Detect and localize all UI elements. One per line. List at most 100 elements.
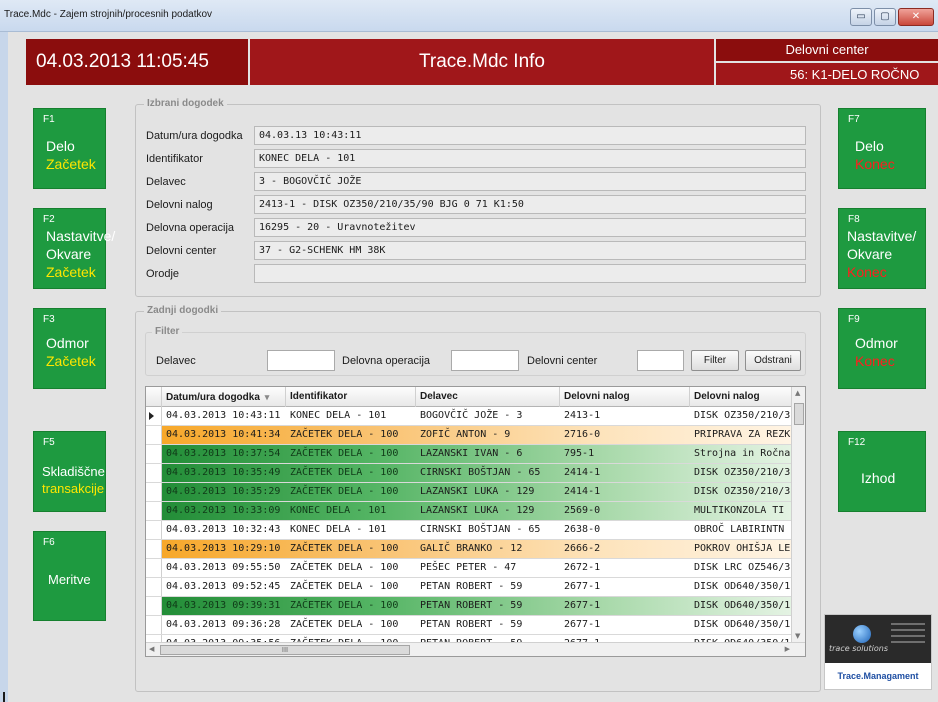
filter-worker-input[interactable]	[267, 350, 335, 371]
f1-work-start-button[interactable]: F1 Delo Začetek	[33, 108, 106, 189]
border-mark	[3, 692, 5, 702]
maximize-button[interactable]: ▢	[874, 8, 896, 26]
key-label: F12	[848, 437, 866, 448]
row-header[interactable]	[146, 559, 162, 577]
row-header[interactable]	[146, 464, 162, 482]
cell-identifier: ZAČETEK DELA - 100	[290, 600, 399, 611]
row-header[interactable]	[146, 426, 162, 444]
cell-work-order-name: MULTIKONZOLA TI	[694, 505, 785, 516]
cell-work-order-name: DISK OZ350/210/3	[694, 467, 791, 478]
table-row[interactable]: 04.03.2013 10:32:43 KONEC DELA - 101 CIRNS…	[146, 521, 791, 540]
cell-worker: PETAN ROBERT - 59	[420, 581, 523, 592]
key-line3: Konec	[855, 353, 895, 369]
column-header-label: Datum/ura dogodka	[166, 392, 260, 403]
cell-identifier: KONEC DELA - 101	[290, 410, 387, 421]
field-label: Datum/ura dogodka	[146, 130, 243, 142]
remove-filter-button[interactable]: Odstrani	[745, 350, 801, 371]
key-line3: Začetek	[46, 264, 96, 280]
f8-setup-end-button[interactable]: F8 Nastavitve/ Okvare Konec	[838, 208, 926, 289]
last-events-legend: Zadnji dogodki	[144, 305, 222, 316]
window-left-border	[0, 32, 8, 702]
scroll-right-icon[interactable]: ▶	[785, 645, 790, 653]
filter-button[interactable]: Filter	[691, 350, 739, 371]
key-label: F7	[848, 114, 860, 125]
table-row[interactable]: 04.03.2013 10:33:09 KONEC DELA - 101 LAZAN…	[146, 502, 791, 521]
cell-identifier: ZAČETEK DELA - 100	[290, 581, 399, 592]
column-header-identifier[interactable]: Identifikator	[286, 387, 416, 407]
grid-vertical-scrollbar[interactable]: ▲ ▼	[791, 387, 805, 642]
cell-work-order-name: OBROČ LABIRINTN	[694, 524, 785, 535]
table-row[interactable]: 04.03.2013 09:52:45 ZAČETEK DELA - 100 PET…	[146, 578, 791, 597]
cell-datetime: 04.03.2013 10:33:09	[166, 505, 281, 516]
cell-work-order: 2677-1	[564, 600, 601, 611]
row-header[interactable]	[146, 578, 162, 596]
field-label: Delovna operacija	[146, 222, 235, 234]
cell-worker: LAZANSKI LUKA - 129	[420, 505, 535, 516]
cell-worker: PETAN ROBERT - 59	[420, 619, 523, 630]
table-row[interactable]: 04.03.2013 10:29:10 ZAČETEK DELA - 100 GAL…	[146, 540, 791, 559]
key-line1: Nastavitve/	[46, 228, 116, 244]
table-row[interactable]: 04.03.2013 09:39:31 ZAČETEK DELA - 100 PET…	[146, 597, 791, 616]
table-row[interactable]: 04.03.2013 10:35:29 ZAČETEK DELA - 100 LAZ…	[146, 483, 791, 502]
row-header[interactable]	[146, 502, 162, 520]
row-header[interactable]	[146, 483, 162, 501]
table-row[interactable]: 04.03.2013 10:43:11 KONEC DELA - 101 BOGOV…	[146, 407, 791, 426]
f3-break-start-button[interactable]: F3 Odmor Začetek	[33, 308, 106, 389]
key-line3: transakcije	[42, 481, 105, 496]
row-header[interactable]	[146, 540, 162, 558]
cell-work-order-name: DISK OZ350/210/3	[694, 486, 791, 497]
cell-identifier: ZAČETEK DELA - 100	[290, 467, 399, 478]
f12-exit-button[interactable]: F12 Izhod	[838, 431, 926, 512]
cell-worker: BOGOVČIČ JOŽE - 3	[420, 410, 523, 421]
row-header[interactable]	[146, 407, 162, 425]
f7-work-end-button[interactable]: F7 Delo Konec	[838, 108, 926, 189]
filter-center-input[interactable]	[637, 350, 684, 371]
table-row[interactable]: 04.03.2013 09:36:28 ZAČETEK DELA - 100 PET…	[146, 616, 791, 635]
last-events-group: Zadnji dogodki Filter Delavec Delovna op…	[135, 305, 821, 692]
f6-measurements-button[interactable]: F6 Meritve	[33, 531, 106, 621]
cell-work-order: 2638-0	[564, 524, 601, 535]
identifier-field: KONEC DELA - 101	[254, 149, 806, 168]
f2-setup-start-button[interactable]: F2 Nastavitve/ Okvare Začetek	[33, 208, 115, 289]
table-row[interactable]: 04.03.2013 10:41:34 ZAČETEK DELA - 100 ZOF…	[146, 426, 791, 445]
horizontal-scroll-thumb[interactable]: III	[160, 645, 410, 655]
table-row[interactable]: 04.03.2013 09:55:50 ZAČETEK DELA - 100 PEŠ…	[146, 559, 791, 578]
events-grid: Datum/ura dogodka ▾ Identifikator Delave…	[145, 386, 806, 657]
filter-operation-input[interactable]	[451, 350, 519, 371]
cell-datetime: 04.03.2013 10:35:49	[166, 467, 281, 478]
row-header[interactable]	[146, 597, 162, 615]
key-line1: Delo	[46, 138, 75, 154]
vertical-scroll-thumb[interactable]	[794, 403, 804, 425]
key-line1: Odmor	[46, 335, 89, 351]
table-row[interactable]: 04.03.2013 10:35:49 ZAČETEK DELA - 100 CIR…	[146, 464, 791, 483]
row-header[interactable]	[146, 616, 162, 634]
cell-datetime: 04.03.2013 09:36:28	[166, 619, 281, 630]
f9-break-end-button[interactable]: F9 Odmor Konec	[838, 308, 926, 389]
scroll-left-icon[interactable]: ◀	[149, 645, 154, 653]
key-line1: Delo	[855, 138, 884, 154]
key-label: F1	[43, 114, 55, 125]
row-header[interactable]	[146, 521, 162, 539]
f5-warehouse-button[interactable]: F5 Skladiščne transakcije	[33, 431, 106, 512]
column-header-work-order[interactable]: Delovni nalog	[560, 387, 690, 407]
cell-worker: ZOFIČ ANTON - 9	[420, 429, 511, 440]
column-header-datetime[interactable]: Datum/ura dogodka ▾	[162, 387, 286, 407]
cell-work-order: 2672-1	[564, 562, 601, 573]
field-label: Delavec	[146, 176, 186, 188]
minimize-button[interactable]: ▭	[850, 8, 872, 26]
scroll-down-icon[interactable]: ▼	[795, 632, 800, 640]
column-header-work-order-name[interactable]: Delovni nalog	[690, 387, 791, 407]
cell-work-order-name: DISK OD640/350/1	[694, 600, 791, 611]
app-body: 04.03.2013 11:05:45 Trace.Mdc Info Delov…	[8, 32, 938, 702]
key-line2: Okvare	[46, 246, 92, 262]
table-row[interactable]: 04.03.2013 10:37:54 ZAČETEK DELA - 100 LAZ…	[146, 445, 791, 464]
column-header-worker[interactable]: Delavec	[416, 387, 560, 407]
key-label: F8	[848, 214, 860, 225]
cell-work-order: 795-1	[564, 448, 595, 459]
row-header[interactable]	[146, 445, 162, 463]
cell-work-order: 2569-0	[564, 505, 601, 516]
grid-horizontal-scrollbar[interactable]: ◀ III ▶	[146, 642, 805, 656]
work-center-label: Delovni center	[716, 39, 938, 61]
scroll-up-icon[interactable]: ▲	[795, 389, 800, 397]
close-button[interactable]: ✕	[898, 8, 934, 26]
